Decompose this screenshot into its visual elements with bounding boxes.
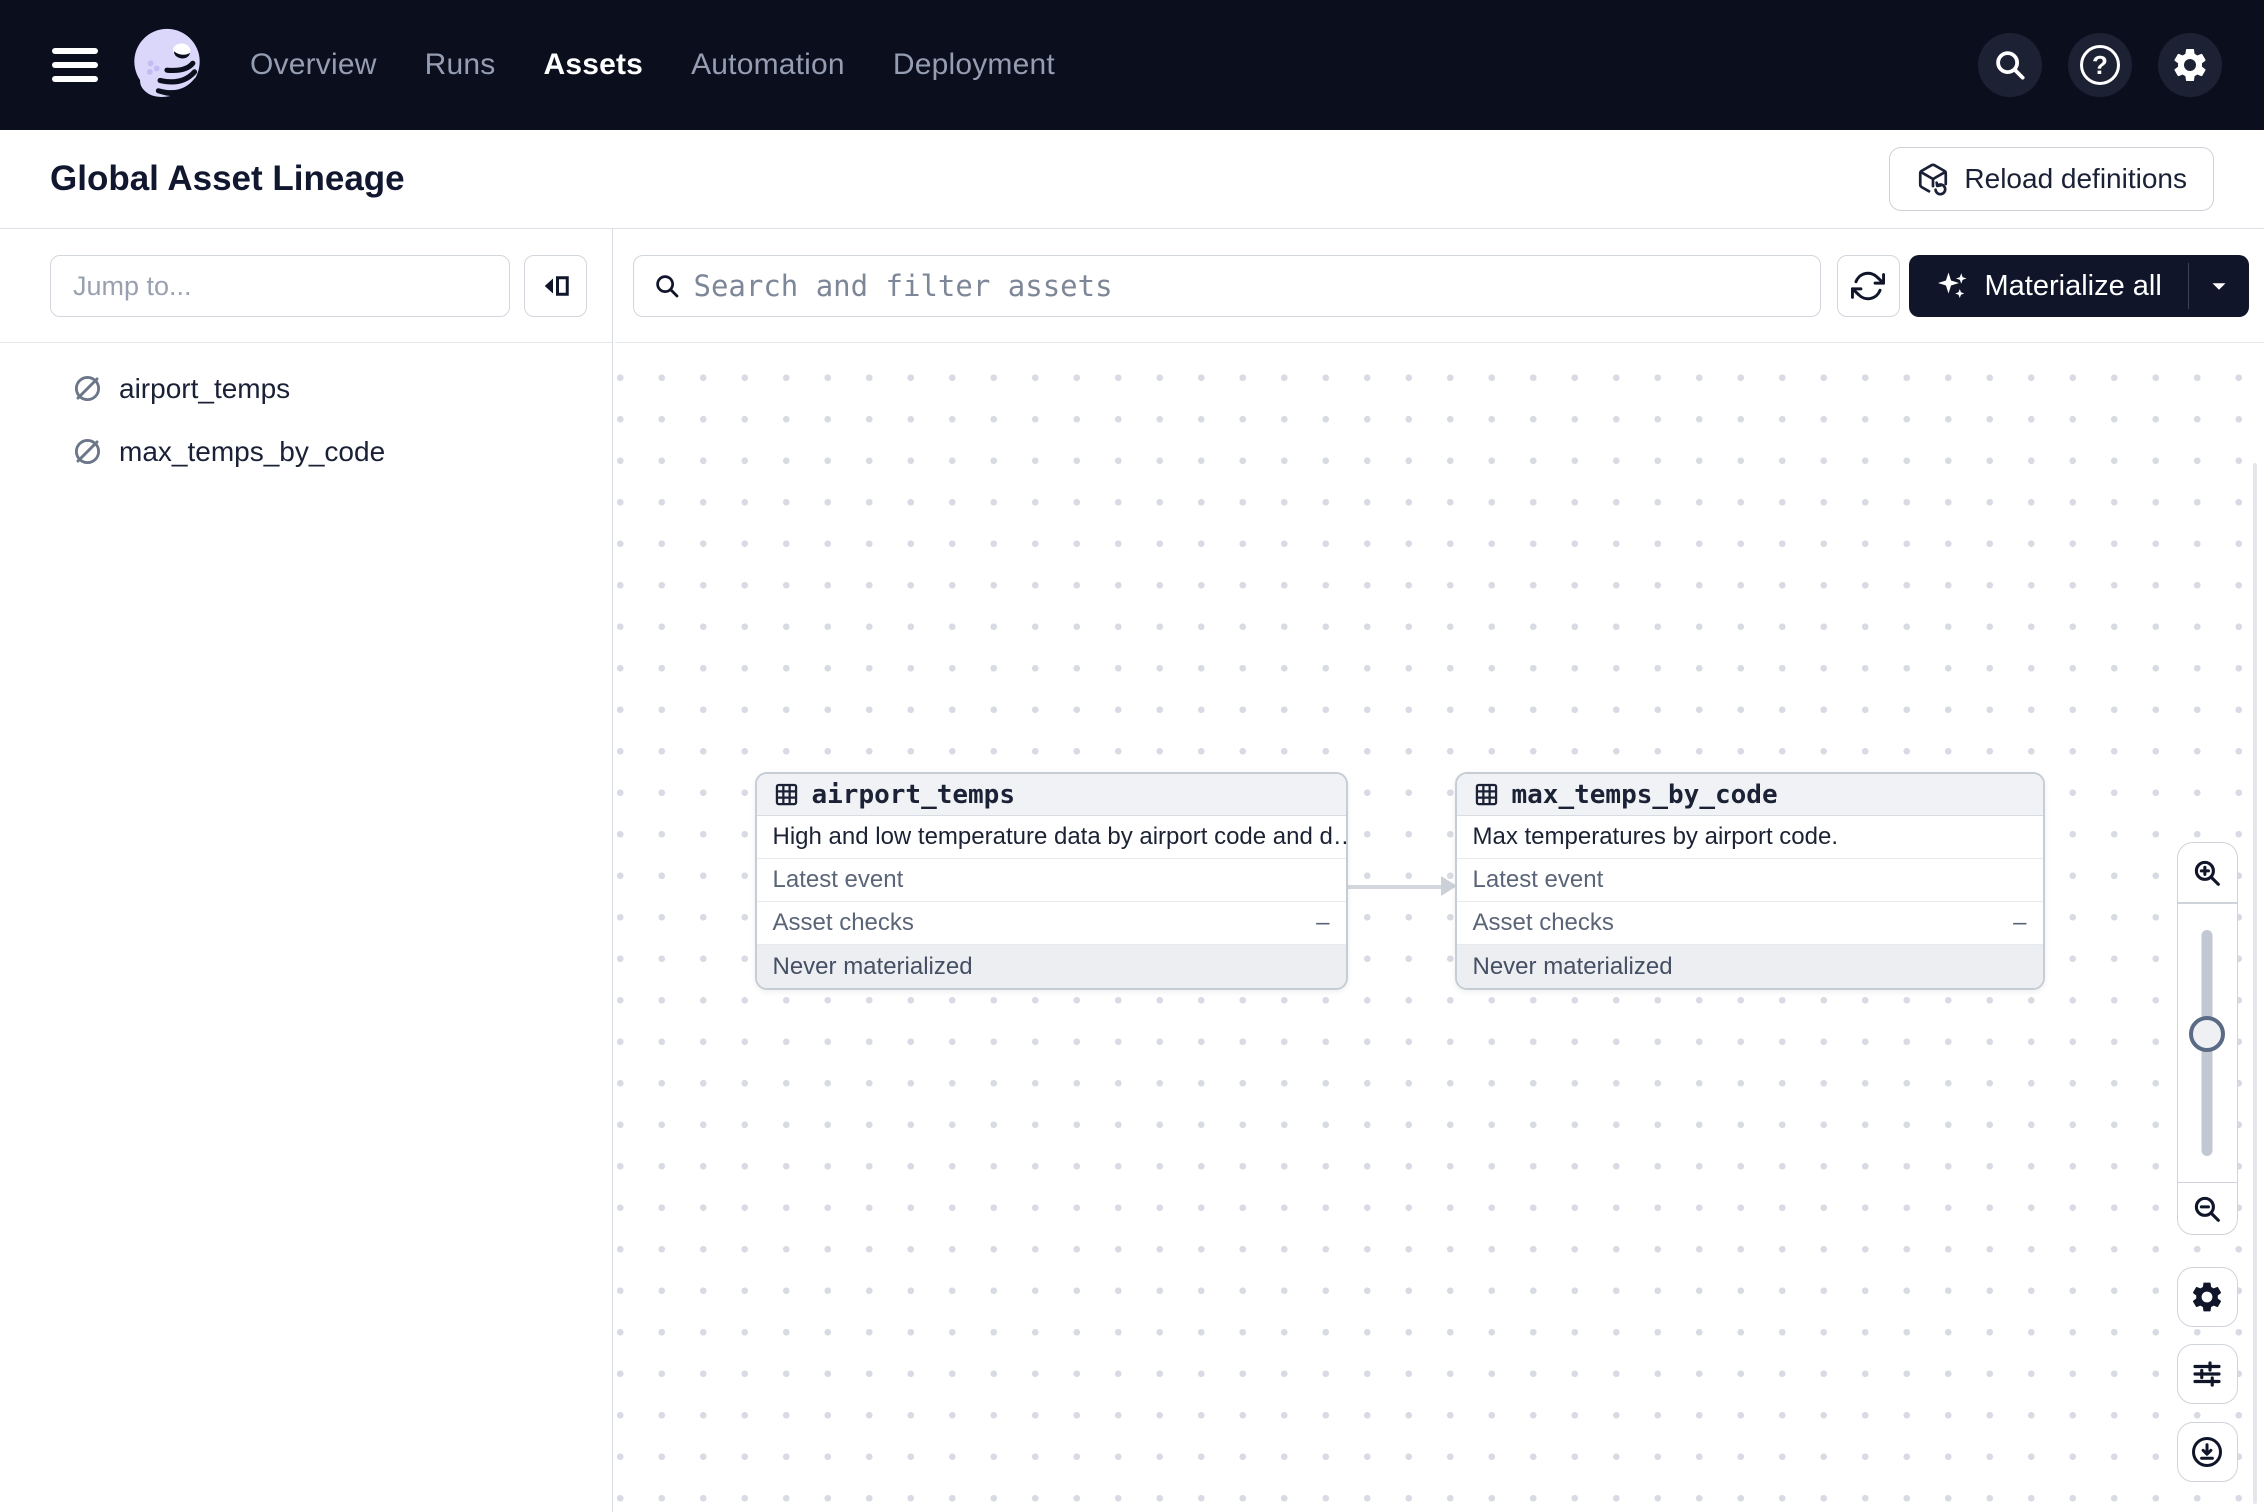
asset-node-header: max_temps_by_code (1457, 774, 2043, 816)
page-title: Global Asset Lineage (50, 159, 405, 199)
asset-checks-label: Asset checks (1473, 909, 1614, 937)
asset-checks-label: Asset checks (773, 909, 914, 937)
table-icon (1473, 781, 1500, 808)
gear-icon (2189, 1279, 2225, 1315)
sparkles-icon (1935, 268, 1971, 304)
help-button[interactable]: ? (2068, 33, 2132, 97)
sidebar-toolbar (0, 229, 612, 343)
asset-node-status: Never materialized (1457, 945, 2043, 988)
chevron-down-icon (2206, 273, 2232, 299)
download-graph-button[interactable] (2177, 1422, 2238, 1482)
lineage-canvas[interactable]: airport_temps High and low temperature d… (615, 343, 2264, 1512)
asset-node-status: Never materialized (757, 945, 1346, 988)
search-button[interactable] (1978, 33, 2042, 97)
collapse-panel-button[interactable] (524, 255, 587, 317)
lineage-sidebar: airport_temps max_temps_by_code (0, 229, 613, 1512)
asset-node-checks-row: Asset checks – (757, 902, 1346, 945)
asset-search-input[interactable] (694, 269, 1802, 303)
asset-node-header: airport_temps (757, 774, 1346, 816)
settings-button[interactable] (2158, 33, 2222, 97)
asset-item-label: max_temps_by_code (119, 436, 385, 468)
hamburger-menu-icon[interactable] (52, 48, 98, 82)
dagster-logo[interactable] (124, 22, 210, 108)
zoom-slider[interactable] (2178, 904, 2237, 1182)
nav-links: Overview Runs Assets Automation Deployme… (250, 48, 1055, 82)
asset-node-title: max_temps_by_code (1512, 780, 1778, 810)
zoom-in-button[interactable] (2178, 843, 2237, 902)
download-icon (2189, 1434, 2225, 1470)
zoom-out-button[interactable] (2178, 1183, 2237, 1234)
nav-link-overview[interactable]: Overview (250, 48, 377, 82)
search-icon (1991, 46, 2029, 84)
asset-node-latest-event: Latest event (1457, 859, 2043, 902)
gear-icon (2170, 45, 2210, 85)
zoom-out-icon (2190, 1192, 2224, 1226)
never-materialized-icon (72, 436, 103, 467)
asset-search-box (633, 255, 1821, 317)
asset-item-label: airport_temps (119, 373, 290, 405)
asset-node-max-temps-by-code[interactable]: max_temps_by_code Max temperatures by ai… (1455, 772, 2045, 990)
graph-toolbar: Materialize all (615, 229, 2264, 343)
asset-list: airport_temps max_temps_by_code (0, 343, 612, 483)
graph-filters-button[interactable] (2177, 1344, 2238, 1404)
asset-node-checks-row: Asset checks – (1457, 902, 2043, 945)
asset-node-title: airport_temps (812, 780, 1016, 810)
sidebar-item-max-temps-by-code[interactable]: max_temps_by_code (0, 420, 612, 483)
question-icon: ? (2080, 45, 2120, 85)
search-icon (652, 271, 682, 301)
table-icon (773, 781, 800, 808)
nav-link-automation[interactable]: Automation (691, 48, 845, 82)
asset-node-description: Max temperatures by airport code. (1457, 816, 2043, 859)
refresh-icon (1851, 269, 1885, 303)
reload-definitions-button[interactable]: Reload definitions (1889, 147, 2214, 211)
sidebar-item-airport-temps[interactable]: airport_temps (0, 357, 612, 420)
jump-to-input[interactable] (50, 255, 510, 317)
asset-node-airport-temps[interactable]: airport_temps High and low temperature d… (755, 772, 1348, 990)
reload-definitions-label: Reload definitions (1964, 163, 2187, 195)
materialize-dropdown-button[interactable] (2189, 255, 2249, 317)
materialize-split-button: Materialize all (1909, 255, 2250, 317)
nav-right-icons: ? (1978, 33, 2222, 97)
asset-node-latest-event: Latest event (757, 859, 1346, 902)
zoom-slider-knob[interactable] (2189, 1016, 2225, 1052)
materialize-all-label: Materialize all (1985, 270, 2162, 303)
asset-checks-value: – (2013, 909, 2026, 937)
sliders-icon (2189, 1356, 2225, 1392)
never-materialized-icon (72, 373, 103, 404)
materialize-all-button[interactable]: Materialize all (1909, 255, 2188, 317)
asset-checks-value: – (1316, 909, 1329, 937)
reload-package-icon (1916, 162, 1950, 196)
lineage-graph-pane: Materialize all airport_temps (615, 229, 2264, 1512)
zoom-in-icon (2190, 856, 2224, 890)
graph-settings-button[interactable] (2177, 1267, 2238, 1327)
nav-link-runs[interactable]: Runs (425, 48, 496, 82)
top-nav: Overview Runs Assets Automation Deployme… (0, 0, 2264, 130)
refresh-button[interactable] (1837, 255, 1900, 317)
vertical-scrollbar[interactable] (2253, 463, 2257, 1504)
lineage-edge (1348, 885, 1444, 889)
page-header: Global Asset Lineage Reload definitions (0, 130, 2264, 229)
collapse-panel-icon (538, 268, 574, 304)
nav-link-deployment[interactable]: Deployment (893, 48, 1055, 82)
nav-link-assets[interactable]: Assets (543, 48, 643, 82)
zoom-control (2177, 842, 2238, 1235)
asset-node-description: High and low temperature data by airport… (757, 816, 1346, 859)
